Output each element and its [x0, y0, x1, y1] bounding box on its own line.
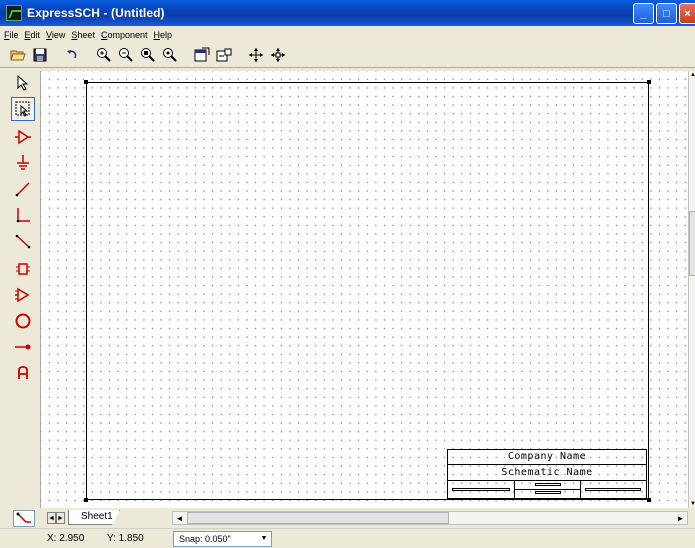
pin-tool[interactable]	[11, 335, 35, 359]
vertical-scrollbar[interactable]: ▲ ▼	[688, 71, 695, 508]
open-folder-icon	[9, 50, 26, 61]
sheet-corner-handle[interactable]	[647, 80, 651, 84]
buffer-tool[interactable]	[11, 283, 35, 307]
schematic-name-field: Schematic Name	[448, 465, 646, 481]
title-block-cell	[581, 481, 646, 499]
menu-help[interactable]: Help	[153, 30, 178, 40]
cursor-y-readout: Y: 1.850	[107, 533, 144, 544]
ic-chip-tool[interactable]	[11, 257, 35, 281]
sheet-tab-bar: ◄ ► Sheet1 ◄ ►	[0, 508, 695, 528]
gate-component-icon	[15, 129, 31, 145]
expresssch-app-icon	[6, 5, 22, 21]
zoom-area-button[interactable]	[138, 46, 157, 65]
corner-wire-tool[interactable]	[11, 203, 35, 227]
zoom-fit-icon	[162, 48, 177, 62]
tool-palette	[11, 71, 37, 507]
move-icon	[270, 48, 285, 62]
cursor-x-readout: X: 2.950	[47, 533, 85, 544]
select-area-icon	[15, 101, 30, 117]
tab-scroll-right-button[interactable]: ►	[56, 512, 65, 524]
scroll-left-button[interactable]: ◄	[173, 512, 186, 524]
select-tool[interactable]	[11, 71, 35, 95]
save-button[interactable]	[30, 46, 49, 65]
circle-tool[interactable]	[11, 309, 35, 333]
undo-icon	[66, 50, 76, 59]
undo-button[interactable]	[62, 46, 81, 65]
horizontal-scrollbar[interactable]: ◄ ►	[172, 511, 688, 525]
sheet-corner-handle[interactable]	[84, 80, 88, 84]
diagonal-wire-icon	[15, 234, 31, 249]
select-arrow-icon	[17, 75, 29, 91]
zoom-area-icon	[140, 48, 155, 62]
corner-wire-icon	[16, 208, 30, 223]
maximize-button[interactable]: □	[656, 3, 677, 24]
gate-tool[interactable]	[11, 125, 35, 149]
text-tool[interactable]	[11, 361, 35, 385]
corner-wire-icon	[16, 512, 31, 523]
title-block-bar	[535, 483, 561, 486]
pin-icon	[15, 344, 31, 350]
menu-file[interactable]: File	[4, 30, 25, 40]
pan-icon	[248, 48, 263, 62]
zoom-in-icon	[96, 48, 111, 62]
buffer-icon	[15, 287, 30, 303]
area-select-tool[interactable]	[11, 97, 35, 121]
title-block-bar	[535, 491, 561, 494]
sheet-corner-handle[interactable]	[84, 498, 88, 502]
title-block-bar	[452, 488, 510, 491]
main-toolbar	[0, 43, 695, 68]
menu-component[interactable]: Component	[101, 30, 154, 40]
ground-icon	[17, 155, 29, 170]
snap-value: Snap: 0.050"	[179, 534, 231, 544]
circle-icon	[15, 313, 31, 329]
menu-sheet[interactable]: Sheet	[71, 30, 101, 40]
pan-button[interactable]	[246, 46, 265, 65]
properties-button[interactable]	[192, 46, 211, 65]
title-block-cell	[448, 481, 515, 499]
chevron-down-icon[interactable]: ▼	[257, 532, 271, 546]
sheet-corner-handle[interactable]	[647, 498, 651, 502]
company-name-field: Company Name	[448, 450, 646, 465]
save-disk-icon	[33, 48, 46, 62]
component-properties-button[interactable]	[214, 46, 233, 65]
zoom-fit-button[interactable]	[160, 46, 179, 65]
zoom-out-button[interactable]	[116, 46, 135, 65]
ground-tool[interactable]	[11, 151, 35, 175]
open-button[interactable]	[8, 46, 27, 65]
move-button[interactable]	[268, 46, 287, 65]
ic-chip-icon	[16, 263, 30, 275]
horizontal-scroll-thumb[interactable]	[187, 512, 449, 524]
scroll-down-arrow-icon[interactable]: ▼	[690, 501, 695, 507]
title-bar: ExpressSCH - (Untitled) _ □ ×	[0, 0, 695, 26]
minimize-button[interactable]: _	[633, 3, 654, 24]
close-button[interactable]: ×	[679, 3, 695, 24]
text-label-icon	[18, 366, 28, 379]
wire-corner-tool-button[interactable]	[13, 510, 35, 527]
status-bar: X: 2.950 Y: 1.850 Snap: 0.050" ▼	[0, 528, 695, 548]
scroll-up-arrow-icon[interactable]: ▲	[690, 72, 695, 78]
zoom-out-icon	[118, 48, 133, 62]
scroll-right-button[interactable]: ►	[674, 512, 687, 524]
zoom-in-button[interactable]	[94, 46, 113, 65]
title-block[interactable]: Company Name Schematic Name	[447, 449, 647, 499]
title-block-cell	[515, 481, 581, 499]
tab-sheet1[interactable]: Sheet1	[68, 510, 120, 525]
sheet-border	[86, 82, 649, 500]
diagonal-wire-tool[interactable]	[11, 229, 35, 253]
vertical-scroll-thumb[interactable]	[689, 211, 695, 276]
menu-bar: File Edit View Sheet Component Help	[0, 26, 695, 43]
wire-tool[interactable]	[11, 177, 35, 201]
menu-edit[interactable]: Edit	[25, 30, 47, 40]
menu-view[interactable]: View	[46, 30, 71, 40]
wire-icon	[15, 182, 30, 197]
component-properties-icon	[216, 48, 231, 62]
tab-scroll-left-button[interactable]: ◄	[47, 512, 56, 524]
schematic-canvas[interactable]: Company Name Schematic Name	[40, 71, 688, 508]
properties-icon	[194, 47, 209, 62]
window-title: ExpressSCH - (Untitled)	[27, 6, 165, 20]
title-block-bar	[585, 488, 641, 491]
snap-select[interactable]: Snap: 0.050" ▼	[173, 531, 272, 547]
